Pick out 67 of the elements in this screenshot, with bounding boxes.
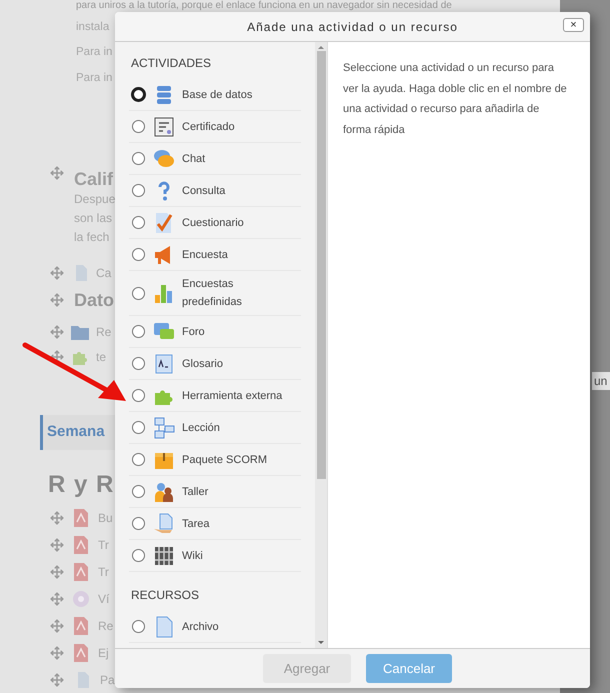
- paragraph-text: Despue: [74, 191, 116, 208]
- radio-button[interactable]: [132, 248, 145, 261]
- radio-button[interactable]: [132, 453, 145, 466]
- radio-button[interactable]: [132, 152, 145, 165]
- radio-button[interactable]: [132, 216, 145, 229]
- module-option[interactable]: Cuestionario: [129, 207, 301, 239]
- chat-icon: [153, 148, 175, 170]
- module-option[interactable]: Base de datos: [129, 79, 301, 111]
- help-text: Seleccione una actividad o un recurso para ver la ayuda. Haga doble clic en el nombre de una actividad o recurso para añadirla de forma rápida: [343, 61, 568, 138]
- section-title: R y R: [48, 470, 114, 500]
- radio-button[interactable]: [132, 184, 145, 197]
- module-option[interactable]: Encuestas predefinidas: [129, 271, 301, 316]
- section-heading: Dato: [74, 289, 114, 311]
- pdf-icon: [72, 616, 90, 636]
- pdf-icon: [72, 562, 90, 582]
- module-option[interactable]: Certificado: [129, 111, 301, 143]
- module-option[interactable]: Taller: [129, 476, 301, 508]
- module-option[interactable]: Herramienta externa: [129, 380, 301, 412]
- wiki-icon: [153, 544, 175, 566]
- radio-button[interactable]: [132, 549, 145, 562]
- radio-button[interactable]: [132, 389, 145, 402]
- checklist-icon: [153, 212, 175, 234]
- module-option[interactable]: Lección: [129, 412, 301, 444]
- scrollbar-thumb[interactable]: [316, 51, 326, 479]
- pdf-icon: [72, 642, 90, 662]
- scrollbar[interactable]: [315, 42, 327, 648]
- module-option[interactable]: Encuesta: [129, 239, 301, 271]
- section-heading: Calif: [74, 168, 114, 190]
- pdf-icon: [72, 534, 90, 554]
- text-fragment: un: [592, 372, 610, 390]
- film-reel-icon: [72, 590, 90, 608]
- paragraph-text: la fech: [74, 229, 110, 246]
- module-option[interactable]: Paquete SCORM: [129, 444, 301, 476]
- paragraph-text: Para in: [76, 45, 112, 60]
- paragraph-text: son las: [74, 210, 114, 227]
- module-option[interactable]: Consulta: [129, 175, 301, 207]
- people-icon: [153, 480, 175, 502]
- module-option[interactable]: Glosario: [129, 348, 301, 380]
- bar-chart-icon: [153, 282, 175, 304]
- folder-icon: [70, 323, 90, 341]
- radio-button[interactable]: [132, 485, 145, 498]
- paragraph-text: Para in: [76, 71, 112, 86]
- radio-button[interactable]: [132, 517, 145, 530]
- close-button[interactable]: ×: [563, 18, 584, 32]
- certificate-icon: [153, 116, 175, 138]
- scroll-down-icon[interactable]: [318, 641, 324, 644]
- module-option[interactable]: Tarea: [129, 508, 301, 540]
- radio-button[interactable]: [132, 120, 145, 133]
- dialog-title: Añade una actividad o un recurso: [247, 18, 458, 36]
- module-option[interactable]: Archivo: [129, 611, 301, 643]
- section-heading: RECURSOS: [130, 587, 200, 604]
- flowchart-icon: [153, 416, 175, 438]
- paragraph-text: para uniros a la tutoría, porque el enlace funciona en un navegador sin necesidad de: [76, 0, 452, 11]
- module-option[interactable]: Chat: [129, 143, 301, 175]
- radio-button[interactable]: [131, 87, 146, 102]
- module-option[interactable]: Foro: [129, 316, 301, 348]
- glossary-icon: [153, 352, 175, 374]
- radio-button[interactable]: [132, 421, 145, 434]
- paragraph-text: instala: [76, 20, 110, 35]
- module-option[interactable]: Wiki: [129, 540, 301, 572]
- section-heading: ACTIVIDADES: [130, 55, 212, 72]
- radio-button[interactable]: [132, 620, 145, 633]
- hand-document-icon: [153, 512, 175, 534]
- radio-button[interactable]: [132, 286, 145, 300]
- pdf-icon: [72, 508, 90, 528]
- radio-button[interactable]: [132, 325, 145, 338]
- radio-button[interactable]: [132, 357, 145, 370]
